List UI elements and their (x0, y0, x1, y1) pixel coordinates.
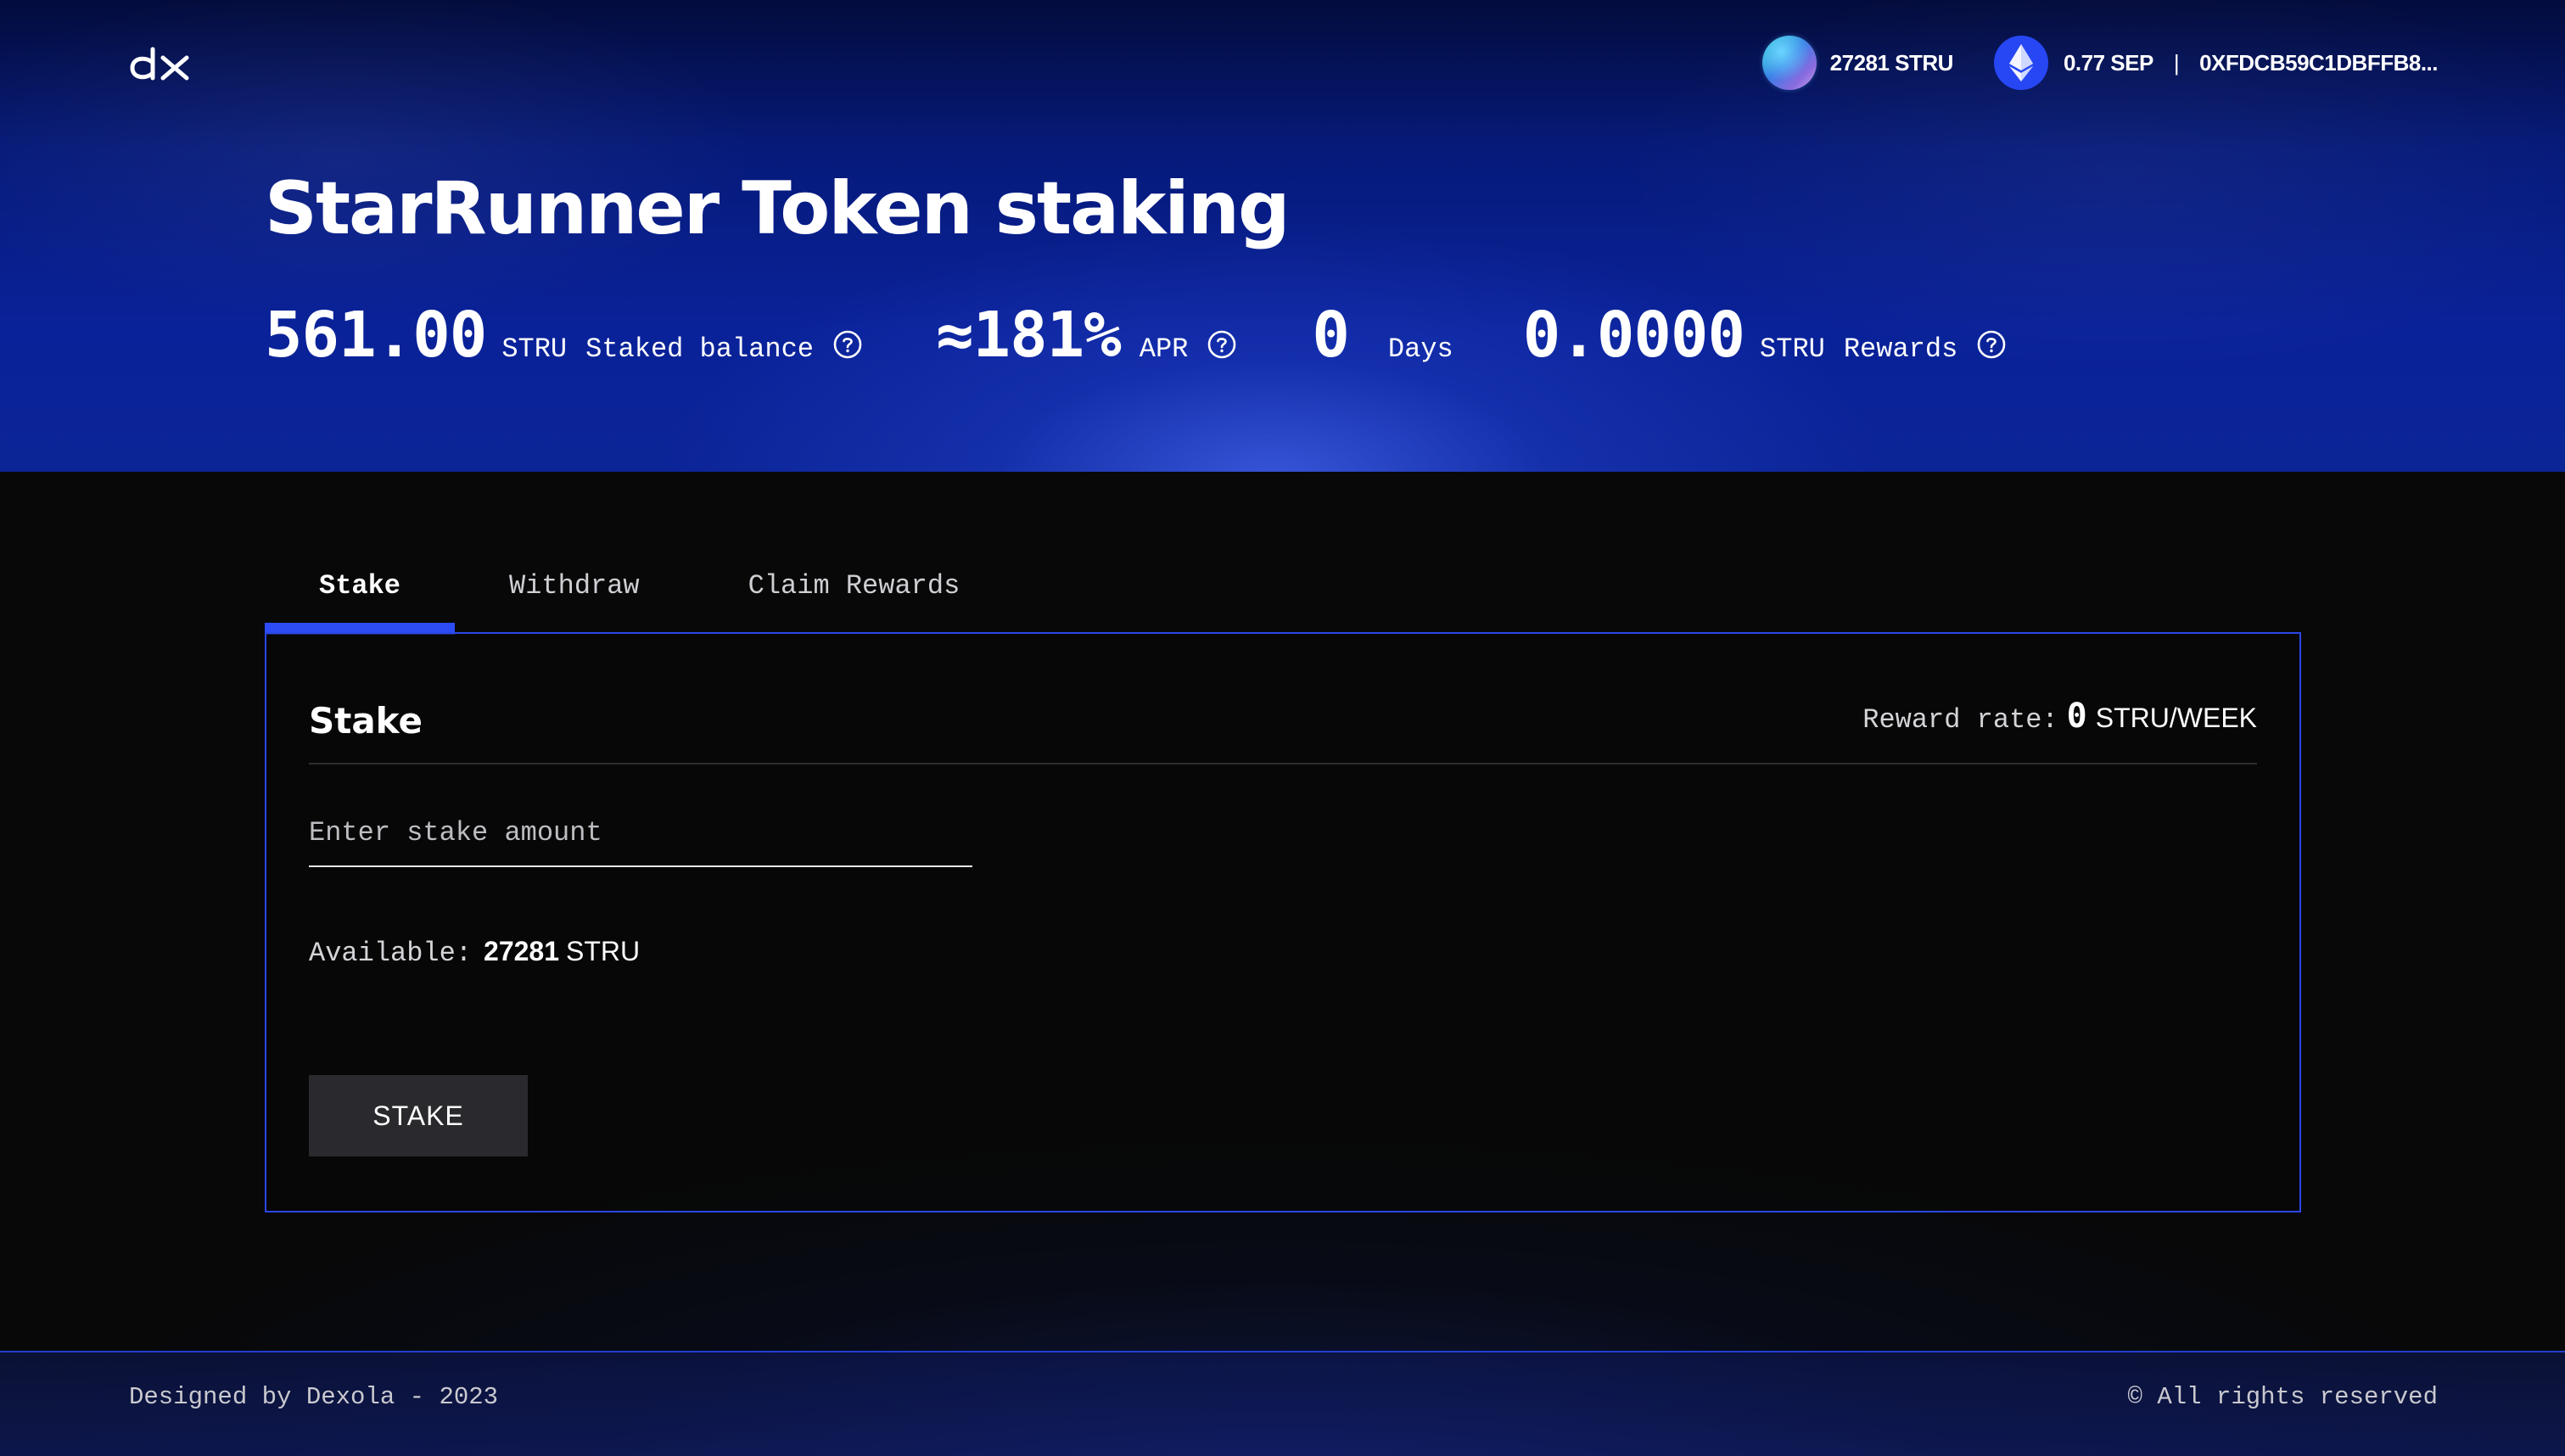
question-circle-icon[interactable] (1207, 329, 1237, 360)
token-balance: 27281 STRU (1829, 49, 1954, 76)
wallet-info: 27281 STRU 0.77 SEP | 0XFDCB59C1DBFFB8..… (1761, 34, 2438, 92)
staked-balance-unit: STRU (501, 333, 568, 365)
stat-apr: ≈181% APR (936, 299, 1237, 372)
wallet-address[interactable]: 0XFDCB59C1DBFFB8... (2199, 50, 2438, 76)
stat-days: 0 Days (1312, 299, 1453, 372)
eth-balance: 0.77 SEP (2063, 49, 2153, 76)
rewards-value: 0.0000 (1522, 299, 1745, 372)
rewards-label: Rewards (1843, 333, 1958, 365)
available-balance: Available: 27281 STRU (309, 936, 640, 969)
staking-stats: 561.00 STRU Staked balance ≈181% APR 0 D… (265, 299, 2007, 384)
footer-credit: Designed by Dexola - 2023 (129, 1383, 499, 1411)
hero-section: 27281 STRU 0.77 SEP | 0XFDCB59C1DBFFB8..… (0, 0, 2565, 472)
reward-rate-label: Reward rate: (1862, 704, 2058, 736)
footer: Designed by Dexola - 2023 © All rights r… (0, 1351, 2565, 1456)
available-unit: STRU (566, 936, 641, 966)
panel-header: Stake Reward rate: 0 STRU/WEEK (309, 634, 2257, 764)
available-value: 27281 (484, 936, 560, 966)
dx-logo-icon[interactable] (129, 44, 190, 83)
page-title: StarRunner Token staking (265, 166, 1291, 251)
stake-panel: Stake Reward rate: 0 STRU/WEEK Available… (265, 632, 2301, 1212)
staking-page: 27281 STRU 0.77 SEP | 0XFDCB59C1DBFFB8..… (0, 0, 2565, 1456)
panel-title: Stake (309, 700, 423, 742)
ethereum-icon (1993, 36, 2048, 90)
tab-stake[interactable]: Stake (265, 560, 455, 635)
days-value: 0 (1312, 299, 1350, 372)
stru-token-icon (1761, 36, 1817, 90)
question-circle-icon[interactable] (1976, 329, 2007, 360)
stat-rewards: 0.0000 STRU Rewards (1523, 299, 2008, 372)
available-label: Available: (309, 938, 473, 969)
rewards-unit: STRU (1760, 333, 1825, 365)
reward-rate-unit: STRU/WEEK (2095, 703, 2257, 733)
stat-staked-balance: 561.00 STRU Staked balance (265, 299, 863, 372)
reward-rate-value: 0 (2066, 697, 2087, 736)
apr-value: ≈181% (935, 299, 1122, 372)
staked-balance-value: 561.00 (265, 299, 487, 372)
reward-rate: Reward rate: 0 STRU/WEEK (1862, 697, 2257, 736)
footer-copyright: © All rights reserved (2127, 1383, 2438, 1411)
apr-label: APR (1139, 333, 1189, 365)
wallet-separator: | (2173, 49, 2180, 76)
staking-tabs: Stake Withdraw Claim Rewards (265, 560, 960, 635)
tab-withdraw[interactable]: Withdraw (509, 560, 640, 635)
days-label: Days (1387, 333, 1453, 365)
tab-claim-rewards[interactable]: Claim Rewards (748, 560, 960, 635)
question-circle-icon[interactable] (832, 329, 863, 360)
stake-amount-input[interactable] (309, 808, 972, 867)
stake-button[interactable]: STAKE (309, 1075, 528, 1156)
staked-balance-label: Staked balance (585, 333, 814, 365)
